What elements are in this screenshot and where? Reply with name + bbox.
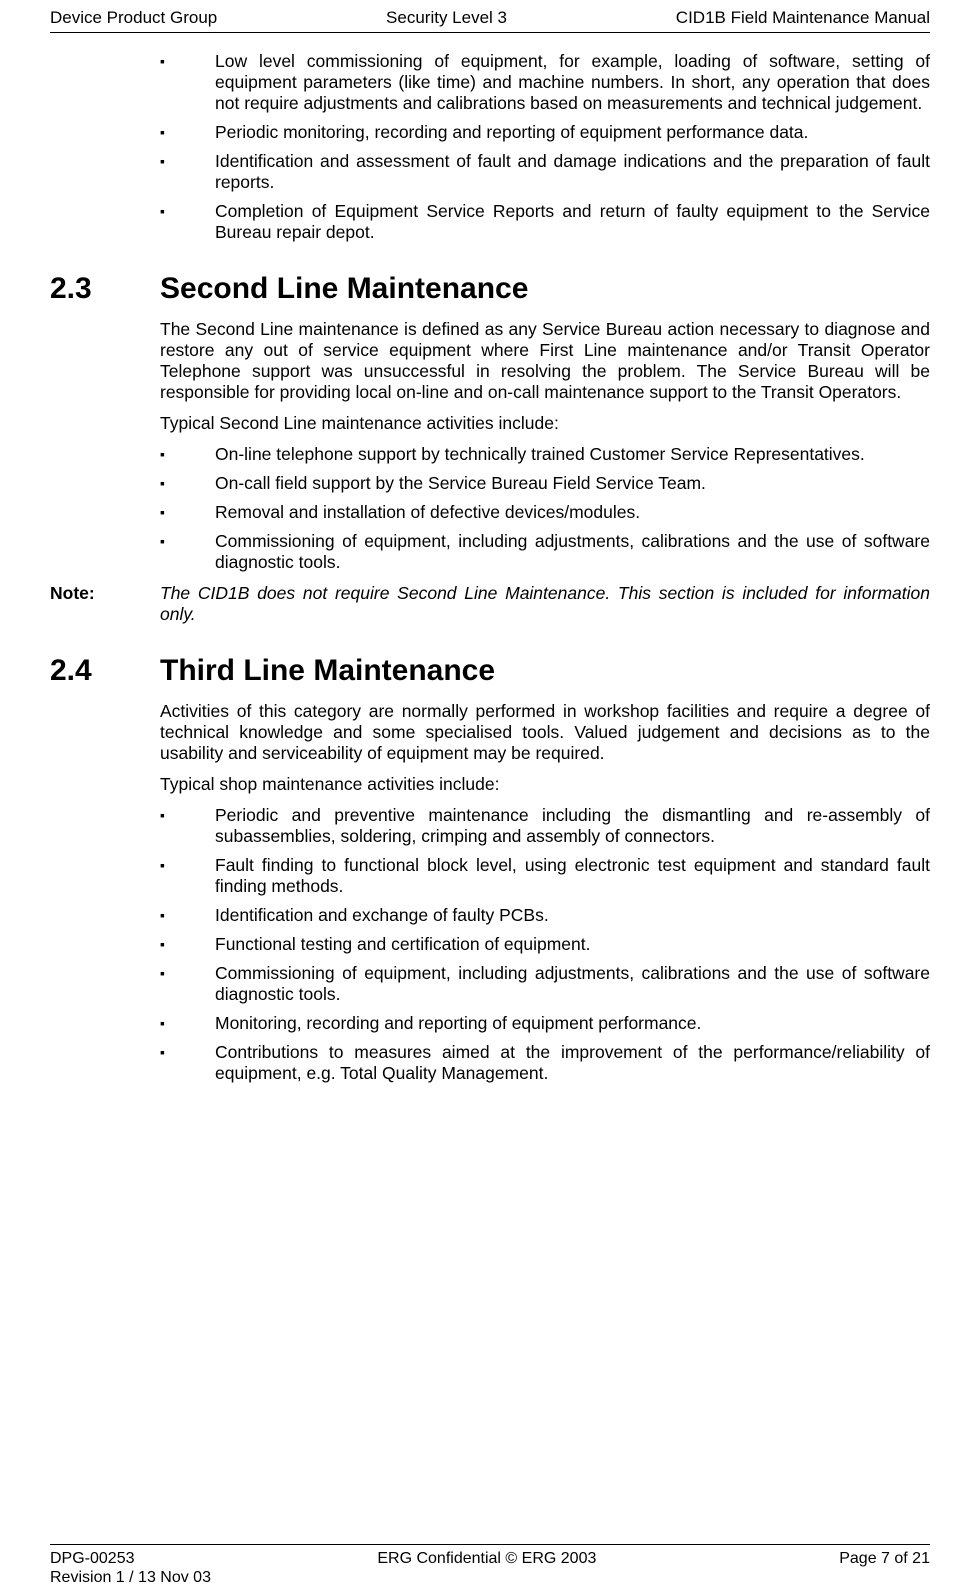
- paragraph: Activities of this category are normally…: [160, 701, 930, 764]
- list-item: Removal and installation of defective de…: [160, 502, 930, 523]
- top-bullet-list: Low level commissioning of equipment, fo…: [160, 51, 930, 243]
- top-bullets-block: Low level commissioning of equipment, fo…: [50, 51, 930, 243]
- section-2-4-body: Activities of this category are normally…: [50, 701, 930, 1084]
- footer-doc-id: DPG-00253: [50, 1549, 135, 1568]
- list-item: Identification and assessment of fault a…: [160, 151, 930, 193]
- note-block: Note: The CID1B does not require Second …: [50, 583, 930, 625]
- note-label: Note:: [50, 583, 160, 625]
- paragraph: The Second Line maintenance is defined a…: [160, 319, 930, 403]
- header-right: CID1B Field Maintenance Manual: [676, 8, 930, 28]
- list-item: On-line telephone support by technically…: [160, 444, 930, 465]
- section-title: Third Line Maintenance: [160, 653, 495, 689]
- list-item: Contributions to measures aimed at the i…: [160, 1042, 930, 1084]
- footer-confidential: ERG Confidential © ERG 2003: [377, 1549, 596, 1568]
- sec24-bullet-list: Periodic and preventive maintenance incl…: [160, 805, 930, 1084]
- header-left: Device Product Group: [50, 8, 217, 28]
- list-item: Fault finding to functional block level,…: [160, 855, 930, 897]
- section-2-3-heading: 2.3 Second Line Maintenance: [50, 271, 930, 307]
- footer-page-number: Page 7 of 21: [839, 1549, 930, 1568]
- sec23-bullet-list: On-line telephone support by technically…: [160, 444, 930, 573]
- list-item: Completion of Equipment Service Reports …: [160, 201, 930, 243]
- section-title: Second Line Maintenance: [160, 271, 528, 307]
- list-item: Monitoring, recording and reporting of e…: [160, 1013, 930, 1034]
- note-text: The CID1B does not require Second Line M…: [160, 583, 930, 625]
- list-item: Periodic monitoring, recording and repor…: [160, 122, 930, 143]
- list-item: Low level commissioning of equipment, fo…: [160, 51, 930, 114]
- page-header: Device Product Group Security Level 3 CI…: [50, 0, 930, 33]
- list-item: On-call field support by the Service Bur…: [160, 473, 930, 494]
- list-item: Commissioning of equipment, including ad…: [160, 963, 930, 1005]
- page-footer: DPG-00253 ERG Confidential © ERG 2003 Pa…: [50, 1544, 930, 1587]
- list-item: Commissioning of equipment, including ad…: [160, 531, 930, 573]
- paragraph: Typical shop maintenance activities incl…: [160, 774, 930, 795]
- list-item: Periodic and preventive maintenance incl…: [160, 805, 930, 847]
- section-number: 2.4: [50, 653, 160, 689]
- header-center: Security Level 3: [386, 8, 507, 28]
- footer-revision: Revision 1 / 13 Nov 03: [50, 1568, 211, 1587]
- list-item: Functional testing and certification of …: [160, 934, 930, 955]
- section-2-3-body: The Second Line maintenance is defined a…: [50, 319, 930, 573]
- paragraph: Typical Second Line maintenance activiti…: [160, 413, 930, 434]
- list-item: Identification and exchange of faulty PC…: [160, 905, 930, 926]
- section-number: 2.3: [50, 271, 160, 307]
- section-2-4-heading: 2.4 Third Line Maintenance: [50, 653, 930, 689]
